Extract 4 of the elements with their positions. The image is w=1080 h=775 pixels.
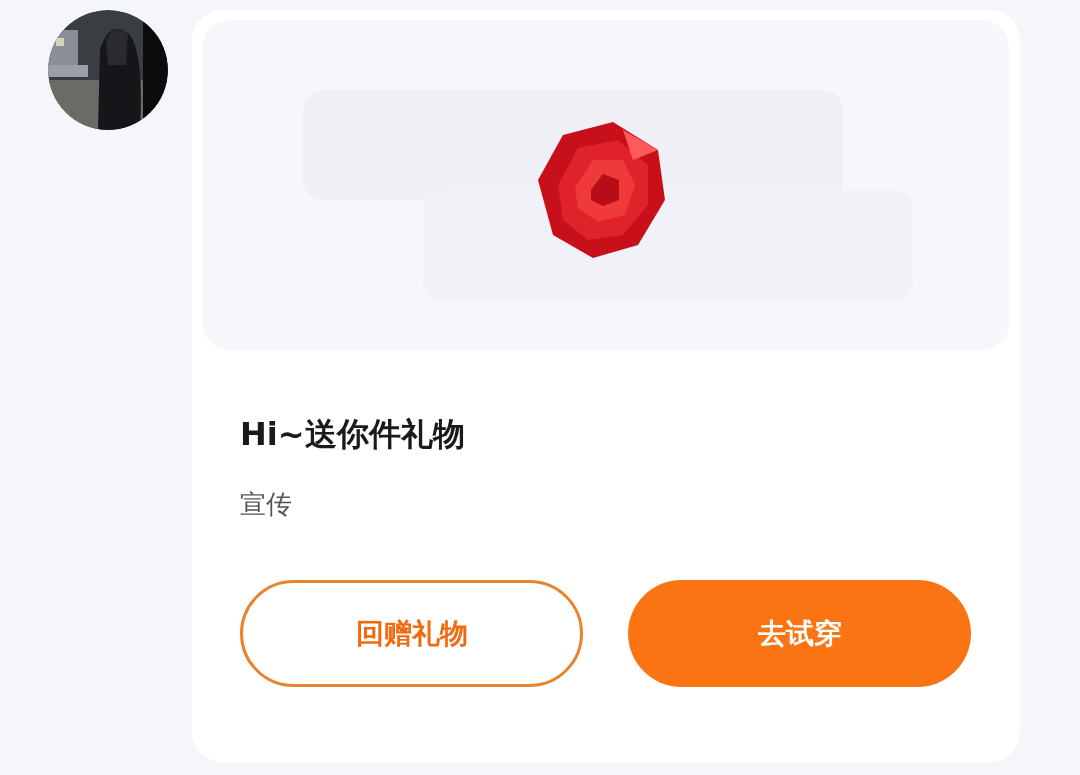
message-title: Hi~送你件礼物 <box>240 414 466 455</box>
gift-back-button[interactable]: 回赠礼物 <box>240 580 583 687</box>
try-on-button[interactable]: 去试穿 <box>628 580 971 687</box>
message-subtitle: 宣传 <box>240 488 293 521</box>
